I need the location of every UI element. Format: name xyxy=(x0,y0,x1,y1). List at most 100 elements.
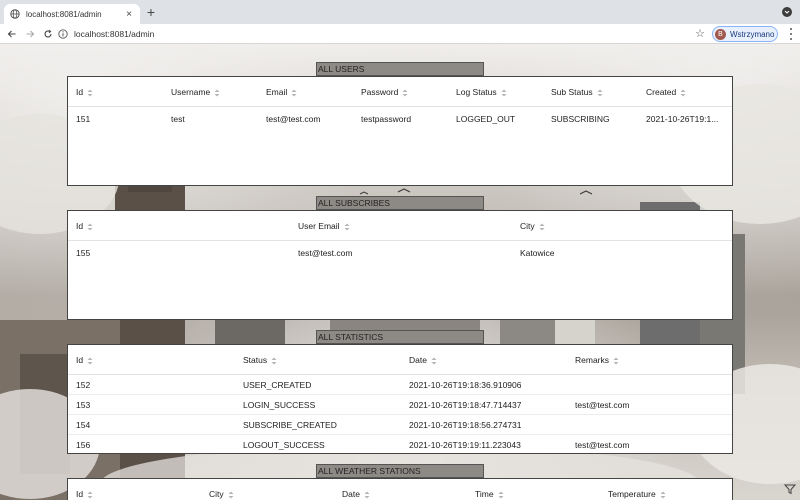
table-cell: test@test.com xyxy=(298,248,353,258)
table-cell: 2021-10-26T19:19:11.223043 xyxy=(409,440,521,450)
table-cell: 155 xyxy=(76,248,91,258)
address-bar[interactable]: localhost:8081/admin xyxy=(58,26,712,42)
sort-icon[interactable] xyxy=(498,491,504,499)
column-header-label: City xyxy=(209,489,224,499)
reload-button[interactable] xyxy=(41,27,55,41)
sort-icon[interactable] xyxy=(271,357,277,365)
column-header[interactable]: Id xyxy=(76,221,93,231)
table-cell: test@test.com xyxy=(575,400,630,410)
column-header[interactable]: Created xyxy=(646,87,686,97)
column-header[interactable]: Email xyxy=(266,87,297,97)
column-header[interactable]: Password xyxy=(361,87,408,97)
table-header-row: Id Status Date Remarks xyxy=(68,345,732,375)
table-cell: LOGIN_SUCCESS xyxy=(243,400,316,410)
column-header[interactable]: Status xyxy=(243,355,277,365)
column-header-label: Username xyxy=(171,87,211,97)
column-header[interactable]: City xyxy=(520,221,545,231)
sort-icon[interactable] xyxy=(87,491,93,499)
column-header[interactable]: Time xyxy=(475,489,504,499)
sort-icon[interactable] xyxy=(87,357,93,365)
table-cell: LOGOUT_SUCCESS xyxy=(243,440,325,450)
table-cell: 153 xyxy=(76,400,91,410)
table-cell: test@test.com xyxy=(575,440,630,450)
sort-icon[interactable] xyxy=(431,357,437,365)
sort-icon[interactable] xyxy=(87,89,93,97)
column-header-label: Id xyxy=(76,489,84,499)
sort-icon[interactable] xyxy=(660,491,666,499)
arrow-left-icon xyxy=(7,30,16,38)
table-header-row: Id User Email City xyxy=(68,211,732,241)
sort-icon[interactable] xyxy=(214,89,220,97)
sort-icon[interactable] xyxy=(87,223,93,231)
extension-filter-icon[interactable] xyxy=(784,483,796,495)
column-header[interactable]: Date xyxy=(409,355,437,365)
tab-title: localhost:8081/admin xyxy=(26,9,102,19)
chevron-down-icon xyxy=(784,10,790,14)
table-row[interactable]: 154 SUBSCRIBE_CREATED 2021-10-26T19:18:56.… xyxy=(68,415,732,435)
column-header-label: Email xyxy=(266,87,288,97)
avatar: B xyxy=(715,28,726,40)
sort-icon[interactable] xyxy=(501,89,507,97)
sort-icon[interactable] xyxy=(364,491,370,499)
column-header-label: Password xyxy=(361,87,399,97)
column-header[interactable]: Sub Status xyxy=(551,87,603,97)
globe-icon xyxy=(10,9,20,19)
browser-tab-bar: localhost:8081/admin × + xyxy=(0,0,800,24)
browser-menu-icon[interactable] xyxy=(788,28,794,40)
column-header[interactable]: User Email xyxy=(298,221,350,231)
column-header[interactable]: Log Status xyxy=(456,87,507,97)
sort-icon[interactable] xyxy=(344,223,350,231)
sort-icon[interactable] xyxy=(613,357,619,365)
table-cell: 2021-10-26T19:18:56.274731 xyxy=(409,420,522,430)
statistics-table: Id Status Date Remarks 152 USER_CREATED 2021-… xyxy=(67,344,733,454)
column-header-label: Id xyxy=(76,355,84,365)
table-row[interactable]: 156 LOGOUT_SUCCESS 2021-10-26T19:19:11.223… xyxy=(68,435,732,455)
column-header-label: Remarks xyxy=(575,355,610,365)
column-header[interactable]: Date xyxy=(342,489,370,499)
back-button[interactable] xyxy=(5,27,19,41)
table-row[interactable]: 151 test test@test.com testpassword LOGGED_O… xyxy=(68,109,732,129)
page-viewport: ALL USERS Id Username Email Password Log Sta… xyxy=(0,44,800,500)
users-table: Id Username Email Password Log Status Sub Sta… xyxy=(67,76,733,186)
tab-search-button[interactable] xyxy=(782,7,792,17)
column-header-label: Status xyxy=(243,355,268,365)
sort-icon[interactable] xyxy=(539,223,545,231)
table-row[interactable]: 153 LOGIN_SUCCESS 2021-10-26T19:18:47.7144… xyxy=(68,395,732,415)
column-header-label: Temperature xyxy=(608,489,656,499)
browser-tab[interactable]: localhost:8081/admin × xyxy=(4,4,140,24)
table-cell: USER_CREATED xyxy=(243,380,312,390)
sort-icon[interactable] xyxy=(291,89,297,97)
table-cell: test xyxy=(171,114,185,124)
sort-icon[interactable] xyxy=(680,89,686,97)
statistics-section-header: ALL STATISTICS xyxy=(316,330,484,344)
forward-button[interactable] xyxy=(23,27,37,41)
sort-icon[interactable] xyxy=(228,491,234,499)
sort-icon[interactable] xyxy=(597,89,603,97)
table-cell: 2021-10-26T19:18:47.714437 xyxy=(409,400,522,410)
users-section-header: ALL USERS xyxy=(316,62,484,76)
column-header[interactable]: Id xyxy=(76,87,93,97)
table-header-row: Id City Date Time Temperature xyxy=(68,479,732,500)
table-cell: testpassword xyxy=(361,114,412,124)
reload-icon xyxy=(44,29,52,38)
info-icon[interactable] xyxy=(58,29,68,39)
table-row[interactable]: 152 USER_CREATED 2021-10-26T19:18:36.91090… xyxy=(68,375,732,395)
column-header[interactable]: Id xyxy=(76,489,93,499)
column-header-label: Sub Status xyxy=(551,87,593,97)
close-tab-icon[interactable]: × xyxy=(124,9,134,20)
column-header[interactable]: Username xyxy=(171,87,220,97)
column-header[interactable]: City xyxy=(209,489,234,499)
sort-icon[interactable] xyxy=(402,89,408,97)
column-header[interactable]: Remarks xyxy=(575,355,619,365)
profile-button[interactable]: B Wstrzymano xyxy=(712,26,778,42)
table-row[interactable]: 155 test@test.com Katowice xyxy=(68,243,732,263)
column-header-label: Date xyxy=(342,489,360,499)
column-header-label: Log Status xyxy=(456,87,497,97)
column-header[interactable]: Id xyxy=(76,355,93,365)
column-header[interactable]: Temperature xyxy=(608,489,666,499)
column-header-label: Time xyxy=(475,489,494,499)
bookmark-star-icon[interactable]: ☆ xyxy=(694,27,706,41)
weather-stations-table: Id City Date Time Temperature xyxy=(67,478,733,500)
subscribes-table: Id User Email City 155 test@test.com Katowic… xyxy=(67,210,733,320)
new-tab-button[interactable]: + xyxy=(144,5,158,19)
